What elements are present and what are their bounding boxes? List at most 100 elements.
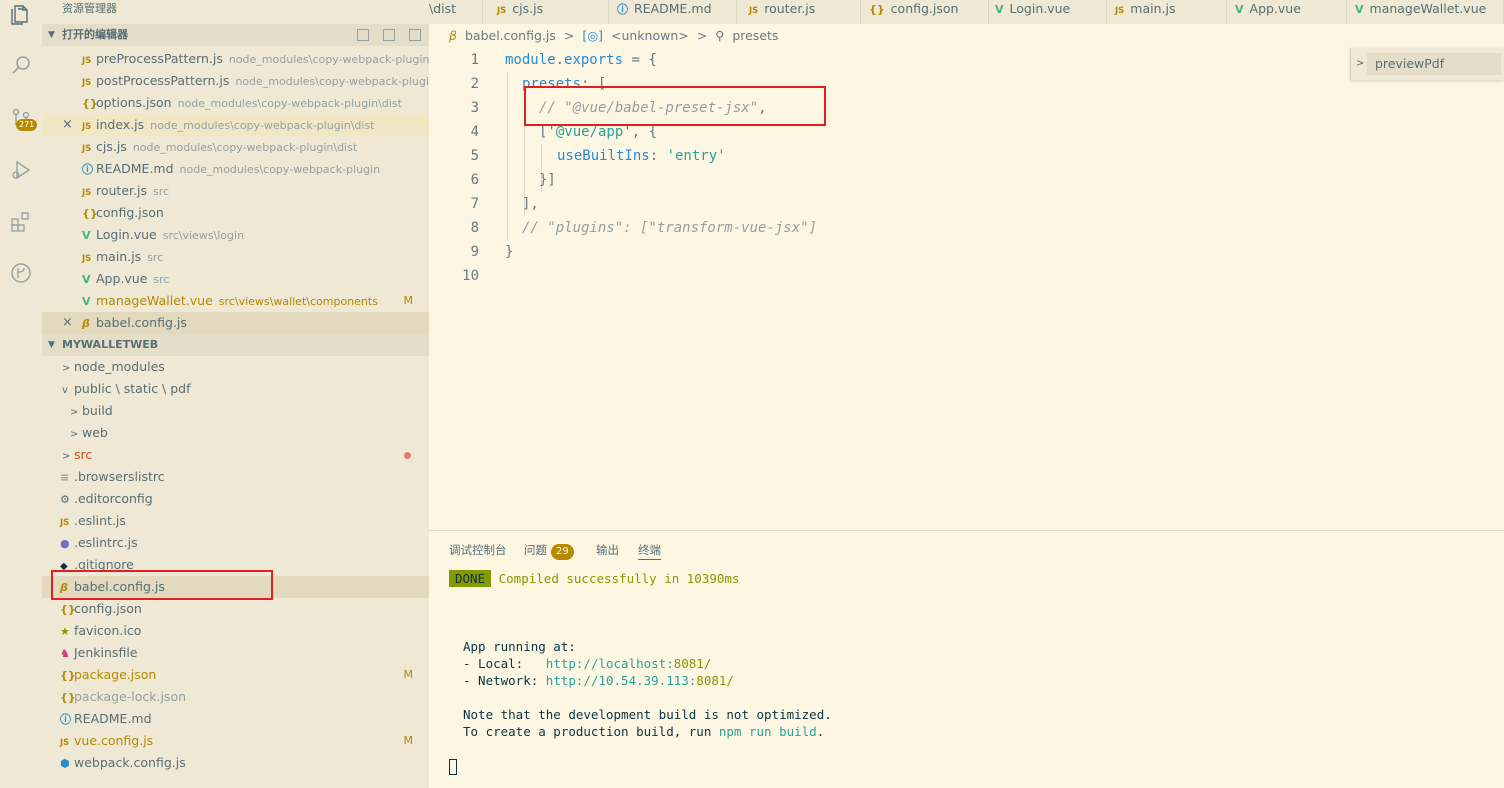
webpack-icon: ⬢ (60, 757, 70, 770)
js-file-icon: JS (82, 188, 92, 198)
network-port[interactable]: 8081/ (696, 673, 734, 688)
breadcrumb-file[interactable]: babel.config.js (465, 28, 556, 43)
tab-config[interactable]: {} config.json (863, 0, 989, 24)
js-file-icon: JS (82, 144, 92, 154)
code-token: [' (539, 124, 556, 140)
run-debug-icon[interactable] (6, 155, 36, 185)
symbol-icon: [◎] (582, 28, 603, 43)
tab-managewallet[interactable]: VmanageWallet.vue (1349, 0, 1504, 24)
project-header[interactable]: ▼ MYWALLETWEB (42, 334, 429, 356)
vue-file-icon: V (1355, 3, 1364, 16)
code-token: : (649, 148, 667, 164)
tab-readme[interactable]: ⓘ README.md (611, 0, 737, 24)
tree-file[interactable]: ⚙ .editorconfig (42, 488, 429, 510)
line-number: 7 (470, 196, 479, 212)
tree-file[interactable]: ⬢ webpack.config.js (42, 752, 429, 774)
close-icon[interactable]: × (62, 312, 73, 334)
terminal-cursor[interactable] (449, 759, 457, 775)
breadcrumb-symbol[interactable]: <unknown> (611, 28, 689, 43)
file-name: .editorconfig (74, 491, 153, 506)
tree-folder[interactable]: v public \ static \ pdf (42, 378, 429, 400)
local-port[interactable]: 8081/ (674, 656, 712, 671)
close-icon[interactable]: × (62, 114, 73, 136)
breadcrumb-symbol[interactable]: presets (732, 28, 778, 43)
open-editor-item[interactable]: JS router.js src (42, 180, 429, 202)
file-name: App.vue (96, 271, 148, 286)
tree-file[interactable]: ★ favicon.ico (42, 620, 429, 642)
tree-file[interactable]: ⓘ README.md (42, 708, 429, 730)
terminal-line: - Network: http://10.54.39.113:8081/ (463, 672, 734, 689)
tree-folder[interactable]: > node_modules (42, 356, 429, 378)
open-editor-item[interactable]: {}config.json (42, 202, 429, 224)
file-name: favicon.ico (74, 623, 142, 638)
tree-folder[interactable]: > web (42, 422, 429, 444)
file-name: .eslintrc.js (74, 535, 138, 550)
tree-file[interactable]: ♞ Jenkinsfile (42, 642, 429, 664)
tree-file[interactable]: {}config.json (42, 598, 429, 620)
explorer-icon[interactable] (6, 0, 36, 30)
tab-output[interactable]: 输出 (596, 541, 619, 559)
tab-cjs[interactable]: JS cjs.js (491, 0, 609, 24)
save-all-icon[interactable] (383, 29, 395, 41)
open-editor-item[interactable]: ⓘ README.md node_modules\copy-webpack-plug… (42, 158, 429, 180)
peek-input[interactable]: previewPdf (1367, 53, 1501, 75)
search-icon[interactable] (6, 50, 36, 80)
code-line: } (505, 240, 513, 264)
source-control-icon[interactable]: 271 (6, 104, 38, 134)
bottom-panel: 调试控制台 问题 29 输出 终端 DONE Compiled successfu… (429, 530, 1504, 788)
terminal-text: To create a production build, run (463, 724, 719, 739)
js-file-icon: JS (82, 78, 92, 88)
open-editor-item[interactable]: × JS index.js node_modules\copy-webpack-plu… (42, 114, 429, 136)
terminal-text: . (816, 724, 825, 739)
tree-file[interactable]: {}package-lock.json (42, 686, 429, 708)
tab-problems[interactable]: 问题 29 (524, 541, 574, 560)
tree-file[interactable]: {}package.json M (42, 664, 429, 686)
tree-folder[interactable]: > build (42, 400, 429, 422)
tab-debug-console[interactable]: 调试控制台 (449, 541, 507, 559)
tab-terminal[interactable]: 终端 (638, 541, 661, 560)
extensions-icon[interactable] (6, 207, 36, 237)
folder-name: build (82, 403, 113, 418)
open-editor-item[interactable]: JS postProcessPattern.js node_modules\copy… (42, 70, 429, 92)
tab-login[interactable]: V Login.vue (989, 0, 1107, 24)
json-file-icon: {} (60, 691, 76, 704)
line-number: 4 (470, 124, 479, 140)
tab-app[interactable]: V App.vue (1229, 0, 1347, 24)
open-editors-title: 打开的编辑器 (62, 28, 128, 41)
line-number: 3 (470, 100, 479, 116)
file-name: Jenkinsfile (74, 645, 138, 660)
tab-router[interactable]: JS router.js (743, 0, 861, 24)
open-editor-item[interactable]: JS main.js src (42, 246, 429, 268)
network-url-link[interactable]: http://10.54.39.113: (546, 673, 697, 688)
tab-main[interactable]: JS main.js (1109, 0, 1227, 24)
open-editor-item[interactable]: V App.vue src (42, 268, 429, 290)
sidebar-title: 资源管理器 (62, 2, 117, 15)
open-editors-header[interactable]: ▼ 打开的编辑器 (42, 24, 429, 46)
file-path: node_modules\copy-webpack-plugin\... (228, 53, 429, 66)
tree-file[interactable]: ≡ .browserslistrc (42, 466, 429, 488)
open-editor-item-active[interactable]: × β babel.config.js (42, 312, 429, 334)
open-editor-item[interactable]: JS cjs.js node_modules\copy-webpack-plugin… (42, 136, 429, 158)
tab-dist[interactable]: \dist (429, 0, 483, 24)
open-editor-item[interactable]: {}options.json node_modules\copy-webpack-… (42, 92, 429, 114)
indent-guide (507, 72, 508, 240)
modified-badge: M (403, 668, 414, 681)
line-number: 10 (462, 268, 479, 284)
tab-label: main.js (1130, 1, 1176, 16)
local-url-link[interactable]: http://localhost: (546, 656, 674, 671)
open-editor-item[interactable]: VmanageWallet.vue src\views\wallet\compon… (42, 290, 429, 312)
js-file-icon: JS (82, 122, 92, 132)
open-editor-item[interactable]: JS preProcessPattern.js node_modules\copy-… (42, 48, 429, 70)
chevron-right-icon[interactable]: > (1356, 53, 1364, 75)
terminal-line: DONE Compiled successfully in 10390ms (449, 570, 739, 587)
tree-file[interactable]: JS vue.config.js M (42, 730, 429, 752)
tree-file[interactable]: ● .eslintrc.js (42, 532, 429, 554)
tree-folder[interactable]: > src (42, 444, 429, 466)
open-editor-item[interactable]: V Login.vue src\views\login (42, 224, 429, 246)
file-name: Login.vue (96, 227, 157, 242)
git-graph-icon[interactable] (6, 258, 36, 288)
new-untitled-icon[interactable] (357, 29, 369, 41)
code-token: module (505, 52, 556, 68)
close-all-icon[interactable] (409, 29, 421, 41)
tree-file[interactable]: JS .eslint.js (42, 510, 429, 532)
